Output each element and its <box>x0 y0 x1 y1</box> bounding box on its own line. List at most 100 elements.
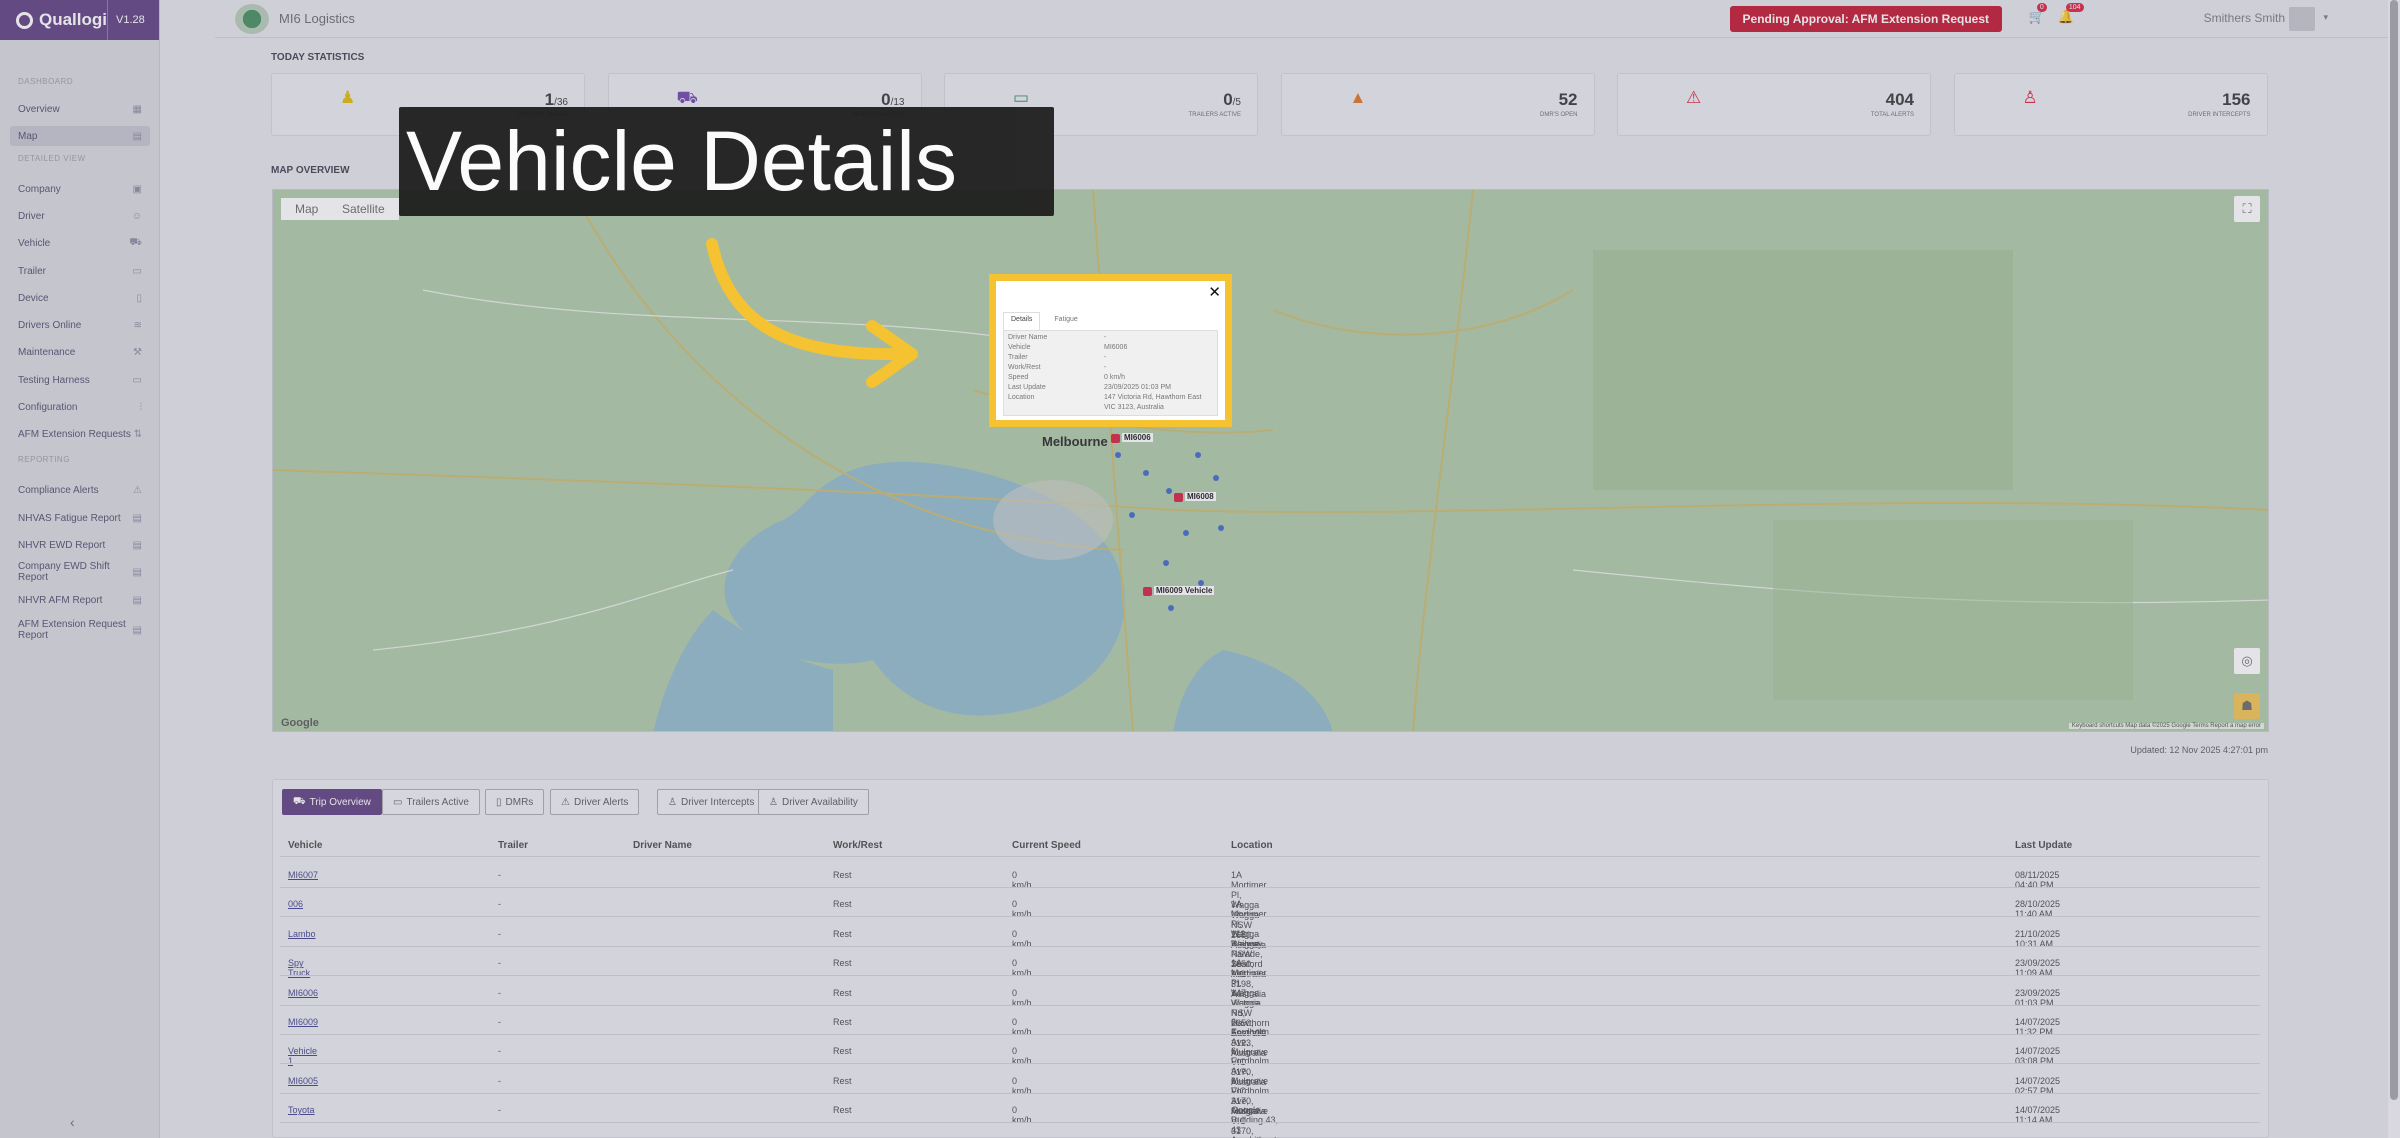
sidebar-item-device[interactable]: Device ▯ <box>10 288 150 308</box>
map-view[interactable]: Map Satellite ⛶ ◎ ☗ Melbourne MI6006 MI6… <box>272 189 2269 732</box>
table-cell: - <box>498 987 501 998</box>
sidebar-item-maintenance[interactable]: Maintenance ⚒ <box>10 342 150 362</box>
map-tab-map[interactable]: Map <box>281 198 333 220</box>
sidebar-item-nhvr-afm-report[interactable]: NHVR AFM Report ▤ <box>10 590 150 610</box>
pegman-icon[interactable]: ☗ <box>2234 693 2260 719</box>
collapse-sidebar-icon[interactable]: ‹ <box>70 1114 75 1130</box>
vehicle-link[interactable]: MI6007 <box>288 870 318 880</box>
map-truck-marker[interactable] <box>1174 493 1183 502</box>
sidebar-item-trailer[interactable]: Trailer ▭ <box>10 261 150 281</box>
column-header[interactable]: Current Speed <box>1012 840 1081 851</box>
wrench-icon: ⚒ <box>133 346 142 358</box>
popup-row: Driver Name - <box>1008 333 1213 343</box>
row-divider <box>280 1004 2260 1006</box>
bell-icon[interactable]: 🔔 104 <box>2058 3 2084 25</box>
table-cell: - <box>498 899 501 910</box>
sidebar-item-vehicle[interactable]: Vehicle ⛟ <box>10 233 150 253</box>
tab-label: Driver Availability <box>781 796 858 808</box>
column-header[interactable]: Last Update <box>2015 840 2072 851</box>
page-scrollbar[interactable] <box>2388 0 2400 1138</box>
sidebar-item-configuration[interactable]: Configuration ⫶ <box>10 397 150 417</box>
intercept-icon: ♙ <box>2022 88 2038 107</box>
table-cell: Rest <box>833 958 852 969</box>
map-canvas <box>273 190 2268 731</box>
sidebar-item-label: NHVR EWD Report <box>18 539 106 551</box>
tab-icon: ⚠ <box>561 796 570 808</box>
sidebar-item-afm-extension-requests[interactable]: AFM Extension Requests ⇅ <box>10 424 150 444</box>
column-header[interactable]: Work/Rest <box>833 840 882 851</box>
cart-icon[interactable]: 🛒 0 <box>2029 3 2047 25</box>
tab-driver-alerts[interactable]: ⚠ Driver Alerts <box>550 789 640 815</box>
sidebar-item-drivers-online[interactable]: Drivers Online ≋ <box>10 315 150 335</box>
sidebar-item-testing-harness[interactable]: Testing Harness ▭ <box>10 370 150 390</box>
sidebar-item-nhvr-ewd-report[interactable]: NHVR EWD Report ▤ <box>10 535 150 555</box>
user-icon: ☺ <box>131 210 142 222</box>
sidebar-item-map[interactable]: Map ▤ <box>10 126 150 146</box>
sidebar-item-compliance-alerts[interactable]: Compliance Alerts ⚠ <box>10 480 150 500</box>
popup-tab-fatigue[interactable]: Fatigue <box>1046 312 1085 330</box>
map-pin[interactable] <box>1195 452 1201 458</box>
sidebar-item-nhvas-fatigue-report[interactable]: NHVAS Fatigue Report ▤ <box>10 508 150 528</box>
map-pin[interactable] <box>1183 530 1189 536</box>
map-pin[interactable] <box>1218 525 1224 531</box>
stat-card[interactable]: ▲ 52 DMR's Open <box>1280 73 1595 136</box>
user-name[interactable]: Smithers Smith <box>2204 11 2285 25</box>
map-truck-marker[interactable] <box>1111 434 1120 443</box>
brand-bar[interactable]: Quallogi V1.28 <box>0 0 159 40</box>
tab-driver-availability[interactable]: ♙ Driver Availability <box>758 789 869 815</box>
map-truck-marker[interactable] <box>1143 587 1152 596</box>
map-pin[interactable] <box>1129 512 1135 518</box>
popup-value: 147 Victoria Rd, Hawthorn East VIC 3123,… <box>1104 394 1202 411</box>
fullscreen-icon[interactable]: ⛶ <box>2234 196 2260 222</box>
stat-card[interactable]: ⚠ 404 Total Alerts <box>1617 73 1931 136</box>
map-pin[interactable] <box>1143 470 1149 476</box>
sidebar-item-driver[interactable]: Driver ☺ <box>10 206 150 226</box>
tutorial-callout: Vehicle Details <box>399 107 1054 216</box>
vehicle-link[interactable]: 006 <box>288 899 303 909</box>
map-pin[interactable] <box>1163 560 1169 566</box>
close-icon[interactable]: ✕ <box>1208 283 1221 301</box>
tab-trip-overview[interactable]: ⛟ Trip Overview <box>282 789 382 815</box>
avatar[interactable] <box>2289 7 2315 31</box>
popup-key: Driver Name <box>1008 334 1048 341</box>
vehicle-link[interactable]: MI6009 <box>288 1017 318 1027</box>
popup-value: - <box>1104 364 1107 371</box>
pending-approval-button[interactable]: Pending Approval: AFM Extension Request <box>1729 6 2002 32</box>
column-header[interactable]: Trailer <box>498 840 528 851</box>
stat-label: Driver Intercepts <box>2188 112 2251 118</box>
sidebar-item-afm-extension-request-report[interactable]: AFM Extension Request Report ▤ <box>10 616 150 644</box>
tab-dmrs[interactable]: ▯ DMRs <box>485 789 545 815</box>
chevron-down-icon[interactable]: ▾ <box>2323 12 2328 23</box>
map-tab-satellite[interactable]: Satellite <box>328 198 399 220</box>
sidebar-item-company-ewd-shift-report[interactable]: Company EWD Shift Report ▤ <box>10 561 150 583</box>
popup-details: Driver Name - Vehicle MI6006 Trailer - Work/Re… <box>1003 330 1218 416</box>
map-pin[interactable] <box>1166 488 1172 494</box>
nav-section-title: Dashboard <box>18 77 74 86</box>
column-header[interactable]: Vehicle <box>288 840 322 851</box>
vehicle-link[interactable]: MI6006 <box>288 988 318 998</box>
column-header[interactable]: Location <box>1231 840 1273 851</box>
sidebar-item-label: Driver <box>18 210 45 222</box>
vehicle-link[interactable]: Toyota <box>288 1105 315 1115</box>
vehicle-link[interactable]: Lambo <box>288 929 316 939</box>
map-attribution[interactable]: Keyboard shortcuts Map data ©2025 Google… <box>2068 723 2264 729</box>
vehicle-info-popup[interactable]: ✕ Details Fatigue Driver Name - Vehicle MI6… <box>989 274 1232 427</box>
recenter-icon[interactable]: ◎ <box>2234 648 2260 674</box>
scrollbar-thumb[interactable] <box>2390 0 2398 1100</box>
tab-trailers-active[interactable]: ▭ Trailers Active <box>382 789 480 815</box>
map-pin[interactable] <box>1115 452 1121 458</box>
stat-card[interactable]: ♙ 156 Driver Intercepts <box>1953 73 2268 136</box>
map-pin[interactable] <box>1168 605 1174 611</box>
sidebar-item-overview[interactable]: Overview ▦ <box>10 99 150 119</box>
popup-tab-details[interactable]: Details <box>1003 312 1041 330</box>
column-header[interactable]: Driver Name <box>633 840 692 851</box>
map-pin[interactable] <box>1213 475 1219 481</box>
brand-name: Quallogi <box>39 10 107 29</box>
sidebar-item-company[interactable]: Company ▣ <box>10 179 150 199</box>
map-pin[interactable] <box>1198 580 1204 586</box>
tab-label: Driver Intercepts <box>680 796 755 808</box>
tutorial-arrow-icon <box>706 238 918 388</box>
tab-driver-intercepts[interactable]: ♙ Driver Intercepts <box>657 789 766 815</box>
popup-value: - <box>1104 334 1107 341</box>
vehicle-link[interactable]: MI6005 <box>288 1076 318 1086</box>
